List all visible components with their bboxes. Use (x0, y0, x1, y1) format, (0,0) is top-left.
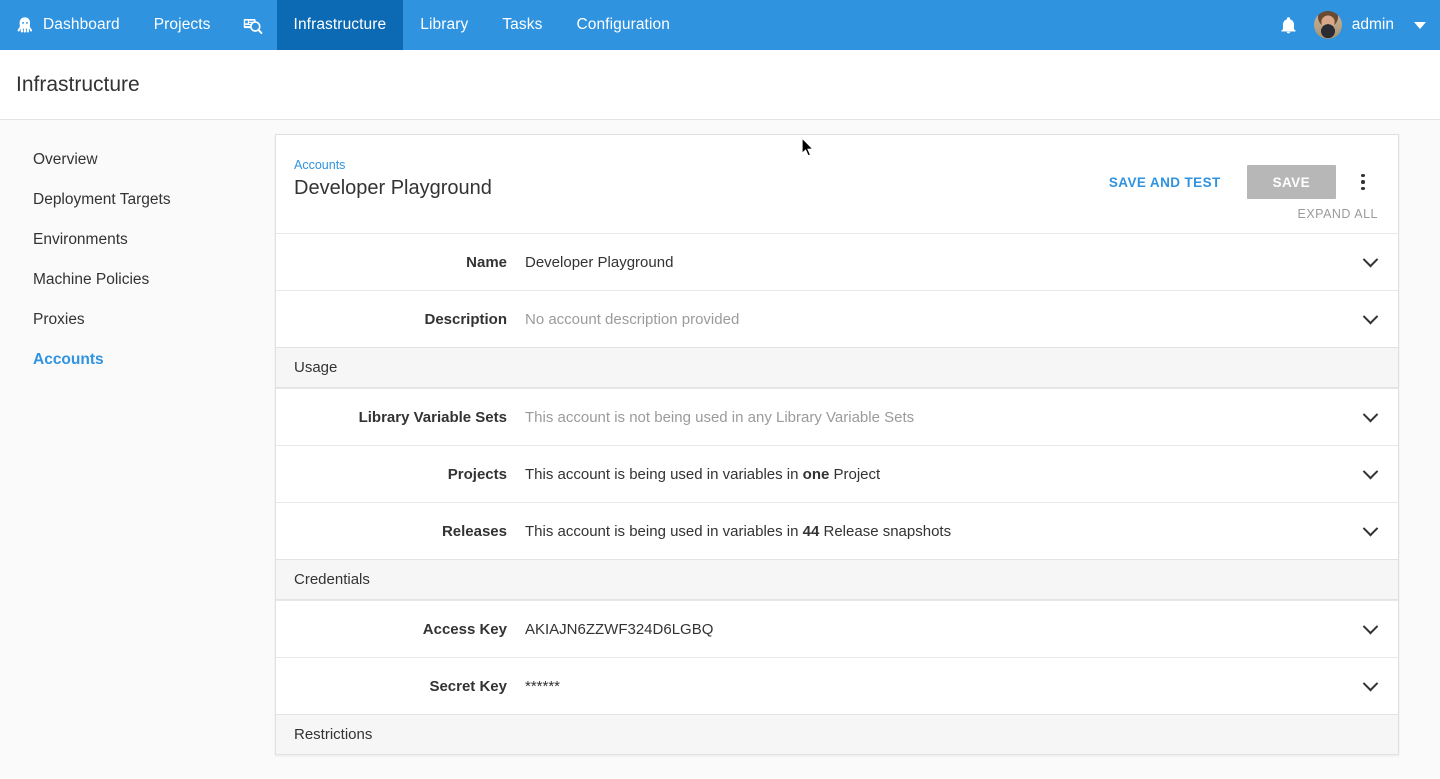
sidebar-item-environments[interactable]: Environments (0, 220, 275, 260)
row-label: Releases (276, 523, 525, 540)
user-menu[interactable]: admin (1314, 11, 1426, 39)
row-value-strong: one (803, 466, 830, 483)
expand-all-button[interactable]: EXPAND ALL (1297, 207, 1378, 221)
chevron-down-icon[interactable] (1342, 446, 1398, 502)
chevron-down-icon[interactable] (1342, 503, 1398, 559)
content-area: Accounts Developer Playground SAVE AND T… (275, 120, 1440, 778)
chevron-down-icon[interactable] (1342, 389, 1398, 445)
row-value-pre: This account is being used in variables … (525, 523, 803, 540)
nav-label-library: Library (420, 16, 468, 34)
page-title: Infrastructure (16, 73, 140, 97)
form-row-access-key: Access Key AKIAJN6ZZWF324D6LGBQ (276, 600, 1398, 657)
top-nav-items: Dashboard Projects Infrastructure Librar… (0, 0, 687, 50)
save-button[interactable]: SAVE (1247, 165, 1336, 199)
row-value: AKIAJN6ZZWF324D6LGBQ (525, 621, 1342, 638)
nav-item-library[interactable]: Library (403, 0, 485, 50)
kebab-dot (1361, 187, 1365, 191)
top-navigation-bar: Dashboard Projects Infrastructure Librar… (0, 0, 1440, 50)
card-actions: SAVE AND TEST SAVE (1099, 157, 1380, 199)
form-row-releases: Releases This account is being used in v… (276, 502, 1398, 559)
account-card: Accounts Developer Playground SAVE AND T… (275, 134, 1399, 755)
breadcrumb[interactable]: Accounts (294, 157, 1099, 173)
row-value: ****** (525, 678, 1342, 695)
card-title-block: Accounts Developer Playground (294, 157, 1099, 202)
row-value-post: Project (829, 466, 880, 483)
octopus-icon (16, 16, 34, 34)
sidebar-label-proxies: Proxies (33, 311, 85, 328)
row-value: This account is being used in variables … (525, 523, 1342, 540)
sidebar-label-machine-policies: Machine Policies (33, 271, 149, 288)
form-row-name: Name Developer Playground (276, 233, 1398, 290)
page-header: Infrastructure (0, 50, 1440, 120)
sidebar-item-accounts[interactable]: Accounts (0, 340, 275, 380)
chevron-down-icon[interactable] (1342, 234, 1398, 290)
row-value-post: Release snapshots (819, 523, 951, 540)
sidebar-item-overview[interactable]: Overview (0, 140, 275, 180)
nav-item-infrastructure[interactable]: Infrastructure (277, 0, 404, 50)
nav-label-dashboard: Dashboard (43, 16, 120, 34)
section-heading-credentials: Credentials (276, 559, 1398, 600)
row-label: Projects (276, 466, 525, 483)
top-nav-right: admin (1263, 0, 1440, 50)
row-value: This account is not being used in any Li… (525, 409, 1342, 426)
nav-label-projects: Projects (154, 16, 211, 34)
row-value-pre: This account is being used in variables … (525, 466, 803, 483)
nav-item-configuration[interactable]: Configuration (559, 0, 687, 50)
form-row-projects: Projects This account is being used in v… (276, 445, 1398, 502)
kebab-dot (1361, 180, 1365, 184)
form-row-description: Description No account description provi… (276, 290, 1398, 347)
sidebar: Overview Deployment Targets Environments… (0, 120, 275, 778)
row-value: Developer Playground (525, 254, 1342, 271)
sidebar-item-proxies[interactable]: Proxies (0, 300, 275, 340)
row-label: Access Key (276, 621, 525, 638)
kebab-menu-icon[interactable] (1350, 165, 1376, 199)
nav-item-tasks[interactable]: Tasks (485, 0, 559, 50)
section-heading-usage: Usage (276, 347, 1398, 388)
bell-icon[interactable] (1263, 15, 1314, 36)
nav-item-dashboard[interactable]: Dashboard (0, 0, 137, 50)
nav-item-projects[interactable]: Projects (137, 0, 228, 50)
avatar (1314, 11, 1342, 39)
sidebar-label-overview: Overview (33, 151, 98, 168)
nav-label-tasks: Tasks (502, 16, 542, 34)
sidebar-label-accounts: Accounts (33, 351, 104, 368)
form-row-library-variable-sets: Library Variable Sets This account is no… (276, 388, 1398, 445)
page-body: Overview Deployment Targets Environments… (0, 120, 1440, 778)
row-label: Name (276, 254, 525, 271)
row-label: Secret Key (276, 678, 525, 695)
row-label: Description (276, 311, 525, 328)
kebab-dot (1361, 174, 1365, 178)
sidebar-label-deployment-targets: Deployment Targets (33, 191, 171, 208)
nav-label-infrastructure: Infrastructure (294, 16, 387, 34)
account-title: Developer Playground (294, 174, 1099, 202)
username-label: admin (1352, 16, 1394, 34)
sidebar-label-environments: Environments (33, 231, 128, 248)
chevron-down-icon[interactable] (1414, 22, 1426, 29)
row-value: No account description provided (525, 311, 1342, 328)
chevron-down-icon[interactable] (1342, 658, 1398, 714)
document-search-icon[interactable] (228, 0, 277, 50)
card-header: Accounts Developer Playground SAVE AND T… (276, 135, 1398, 207)
row-label: Library Variable Sets (276, 409, 525, 426)
form-row-secret-key: Secret Key ****** (276, 657, 1398, 714)
section-heading-restrictions: Restrictions (276, 714, 1398, 755)
chevron-down-icon[interactable] (1342, 291, 1398, 347)
chevron-down-icon[interactable] (1342, 601, 1398, 657)
sidebar-item-deployment-targets[interactable]: Deployment Targets (0, 180, 275, 220)
expand-all-row: EXPAND ALL (276, 207, 1398, 233)
nav-label-configuration: Configuration (576, 16, 670, 34)
save-and-test-button[interactable]: SAVE AND TEST (1099, 167, 1231, 198)
row-value-strong: 44 (803, 523, 820, 540)
row-value: This account is being used in variables … (525, 466, 1342, 483)
sidebar-item-machine-policies[interactable]: Machine Policies (0, 260, 275, 300)
